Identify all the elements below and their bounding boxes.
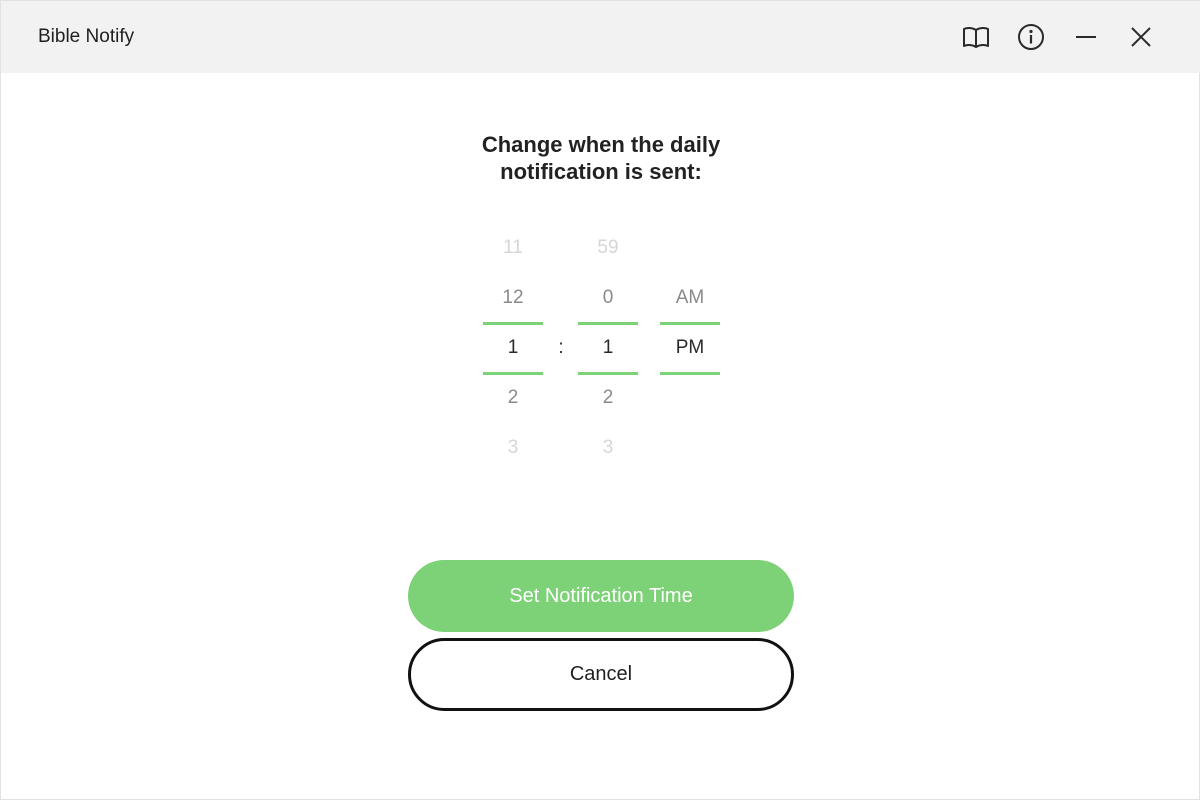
- app-window: Bible Notify Change when the daily notif…: [0, 0, 1200, 800]
- period-picker[interactable]: AM PM: [660, 231, 720, 471]
- close-icon: [1130, 26, 1152, 48]
- minute-picker[interactable]: 59 0 1 2 3: [578, 231, 638, 471]
- app-title: Bible Notify: [38, 26, 135, 47]
- bible-button[interactable]: [956, 17, 996, 57]
- minimize-icon: [1075, 26, 1097, 48]
- minimize-button[interactable]: [1066, 17, 1106, 57]
- time-separator: :: [558, 337, 564, 358]
- heading-line-2: notification is sent:: [500, 159, 702, 184]
- page-heading: Change when the daily notification is se…: [401, 131, 801, 185]
- info-icon: [1017, 23, 1045, 51]
- minute-option[interactable]: 3: [578, 436, 638, 460]
- hour-option[interactable]: 12: [483, 286, 543, 310]
- minute-selected[interactable]: 1: [578, 336, 638, 360]
- minute-option[interactable]: 2: [578, 386, 638, 410]
- book-icon: [962, 25, 990, 49]
- cancel-button[interactable]: Cancel: [408, 638, 794, 711]
- period-selected[interactable]: PM: [660, 336, 720, 360]
- hour-option[interactable]: 11: [483, 236, 543, 260]
- close-button[interactable]: [1121, 17, 1161, 57]
- title-bar: Bible Notify: [1, 1, 1200, 73]
- heading-line-1: Change when the daily: [481, 132, 721, 157]
- minute-option[interactable]: 0: [578, 286, 638, 310]
- hour-option[interactable]: 3: [483, 436, 543, 460]
- minute-option[interactable]: 59: [578, 236, 638, 260]
- hour-option[interactable]: 2: [483, 386, 543, 410]
- set-notification-time-button[interactable]: Set Notification Time: [408, 560, 794, 632]
- info-button[interactable]: [1011, 17, 1051, 57]
- period-option[interactable]: AM: [660, 286, 720, 310]
- hour-selected[interactable]: 1: [483, 336, 543, 360]
- hour-picker[interactable]: 11 12 1 2 3: [483, 231, 543, 471]
